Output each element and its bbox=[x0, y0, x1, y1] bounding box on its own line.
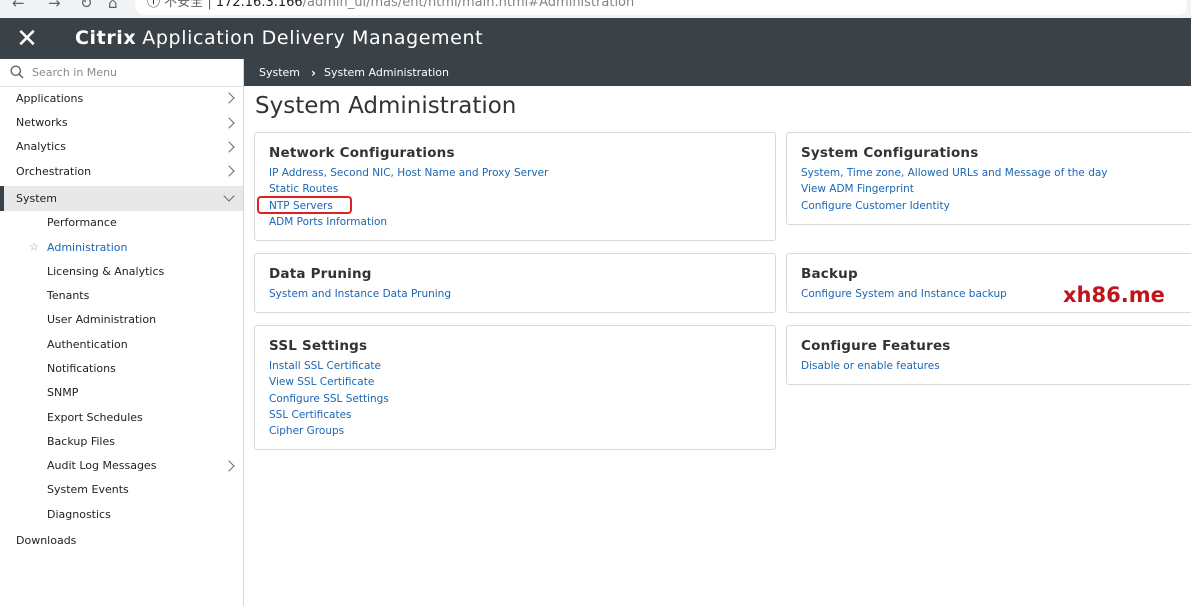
sidebar-subitem-label: Diagnostics bbox=[47, 507, 111, 521]
sidebar-item-system[interactable]: System bbox=[0, 185, 243, 211]
url-host: 172.16.3.166 bbox=[215, 0, 303, 10]
sidebar-subitem-audit-log-messages[interactable]: Audit Log Messages bbox=[0, 454, 243, 478]
security-label: 不安全 bbox=[164, 0, 204, 10]
sidebar-item-label: Orchestration bbox=[16, 164, 92, 178]
sidebar-item-orchestration[interactable]: Orchestration bbox=[0, 159, 243, 183]
chevron-right-icon bbox=[223, 165, 235, 178]
star-icon[interactable]: ☆ bbox=[29, 241, 39, 254]
card-title: SSL Settings bbox=[269, 338, 368, 354]
card-title: System Configurations bbox=[801, 145, 979, 161]
sidebar-subitem-label: Performance bbox=[47, 216, 117, 230]
close-menu-button[interactable]: ✕ bbox=[0, 18, 54, 59]
link-install-ssl-certificate[interactable]: Install SSL Certificate bbox=[269, 358, 381, 374]
card-network-configurations: Network Configurations IP Address, Secon… bbox=[254, 132, 776, 241]
breadcrumb: System › System Administration bbox=[244, 59, 1191, 86]
link-view-ssl-certificate[interactable]: View SSL Certificate bbox=[269, 374, 374, 390]
close-icon: ✕ bbox=[16, 23, 38, 54]
link-static-routes[interactable]: Static Routes bbox=[269, 181, 338, 197]
info-icon: ⓘ bbox=[147, 0, 161, 10]
watermark: xh86.me bbox=[1063, 283, 1165, 307]
sidebar-subitem-export-schedules[interactable]: Export Schedules bbox=[0, 405, 243, 429]
breadcrumb-current: System Administration bbox=[323, 66, 449, 79]
link-configure-customer-identity[interactable]: Configure Customer Identity bbox=[801, 198, 950, 214]
chevron-right-icon bbox=[223, 460, 235, 472]
sidebar-menu: Applications Networks Analytics Orchestr… bbox=[0, 86, 243, 553]
sidebar-subitem-label: Export Schedules bbox=[47, 410, 143, 424]
sidebar-item-networks[interactable]: Networks bbox=[0, 110, 243, 134]
sidebar-subitem-label: Administration bbox=[47, 240, 128, 254]
app-header: ✕ Citrix Application Delivery Management bbox=[0, 18, 1191, 59]
sidebar-subitem-system-events[interactable]: System Events bbox=[0, 478, 243, 502]
refresh-icon[interactable]: ↻ bbox=[80, 0, 93, 12]
page-title: System Administration bbox=[255, 93, 517, 119]
sidebar-subitem-notifications[interactable]: Notifications bbox=[0, 356, 243, 380]
sidebar-subitem-label: User Administration bbox=[47, 313, 157, 327]
card-configure-features: Configure Features Disable or enable fea… bbox=[786, 325, 1191, 385]
sidebar-item-applications[interactable]: Applications bbox=[0, 86, 243, 110]
link-data-pruning[interactable]: System and Instance Data Pruning bbox=[269, 286, 451, 302]
sidebar-item-label: Applications bbox=[16, 91, 84, 105]
sidebar: Applications Networks Analytics Orchestr… bbox=[0, 59, 244, 606]
breadcrumb-system[interactable]: System bbox=[259, 66, 300, 79]
card-title: Backup bbox=[801, 266, 858, 282]
sidebar-subitem-label: Authentication bbox=[47, 337, 128, 351]
forward-arrow-icon[interactable]: → bbox=[48, 0, 61, 12]
sidebar-subitem-label: SNMP bbox=[47, 386, 79, 400]
sidebar-item-label: Downloads bbox=[16, 534, 77, 548]
chevron-right-icon bbox=[223, 116, 235, 129]
link-view-adm-fingerprint[interactable]: View ADM Fingerprint bbox=[801, 181, 914, 197]
search-input[interactable] bbox=[32, 63, 232, 81]
sidebar-subitem-user-administration[interactable]: User Administration bbox=[0, 308, 243, 332]
card-title: Data Pruning bbox=[269, 266, 372, 282]
card-title: Network Configurations bbox=[269, 145, 455, 161]
card-data-pruning: Data Pruning System and Instance Data Pr… bbox=[254, 253, 776, 313]
brand-name: Citrix bbox=[75, 27, 137, 49]
link-system-timezone[interactable]: System, Time zone, Allowed URLs and Mess… bbox=[801, 165, 1108, 181]
search-icon bbox=[10, 65, 24, 79]
chevron-down-icon bbox=[223, 190, 235, 202]
link-configure-ssl-settings[interactable]: Configure SSL Settings bbox=[269, 391, 389, 407]
url-field[interactable]: ⓘ 不安全 | 172.16.3.166/admin_ui/mas/ent/ht… bbox=[135, 0, 1187, 15]
app-title: Citrix Application Delivery Management bbox=[75, 27, 483, 49]
sidebar-subitem-licensing-analytics[interactable]: Licensing & Analytics bbox=[0, 259, 243, 283]
product-name: Application Delivery Management bbox=[142, 27, 484, 49]
sidebar-item-label: System bbox=[16, 191, 58, 205]
sidebar-subitem-backup-files[interactable]: Backup Files bbox=[0, 429, 243, 453]
sidebar-subitem-administration[interactable]: ☆ Administration bbox=[0, 235, 243, 259]
sidebar-subitem-label: Audit Log Messages bbox=[47, 459, 157, 473]
link-enable-features[interactable]: Disable or enable features bbox=[801, 358, 940, 374]
sidebar-subitem-label: Tenants bbox=[47, 289, 90, 303]
sidebar-subitem-performance[interactable]: Performance bbox=[0, 211, 243, 235]
link-ip-address[interactable]: IP Address, Second NIC, Host Name and Pr… bbox=[269, 165, 548, 181]
card-system-configurations: System Configurations System, Time zone,… bbox=[786, 132, 1191, 225]
link-cipher-groups[interactable]: Cipher Groups bbox=[269, 423, 344, 439]
sidebar-subitem-snmp[interactable]: SNMP bbox=[0, 381, 243, 405]
sidebar-subitem-diagnostics[interactable]: Diagnostics bbox=[0, 502, 243, 526]
sidebar-subitem-tenants[interactable]: Tenants bbox=[0, 283, 243, 307]
browser-address-bar: ← → ↻ ⌂ ⓘ 不安全 | 172.16.3.166/admin_ui/ma… bbox=[0, 0, 1191, 18]
sidebar-subitem-label: Backup Files bbox=[47, 434, 115, 448]
chevron-right-icon: › bbox=[311, 65, 316, 80]
chevron-right-icon bbox=[223, 92, 235, 104]
sidebar-subitem-label: Notifications bbox=[47, 361, 116, 375]
link-ssl-certificates[interactable]: SSL Certificates bbox=[269, 407, 352, 423]
chevron-right-icon bbox=[223, 141, 235, 153]
sidebar-subitem-label: Licensing & Analytics bbox=[47, 264, 165, 278]
sidebar-item-analytics[interactable]: Analytics bbox=[0, 135, 243, 159]
link-configure-backup[interactable]: Configure System and Instance backup bbox=[801, 286, 1007, 302]
url-path: /admin_ui/mas/ent/html/main.html#Adminis… bbox=[302, 0, 635, 10]
sidebar-item-label: Analytics bbox=[16, 140, 66, 154]
card-ssl-settings: SSL Settings Install SSL Certificate Vie… bbox=[254, 325, 776, 450]
link-ntp-servers[interactable]: NTP Servers bbox=[269, 198, 333, 214]
home-icon[interactable]: ⌂ bbox=[108, 0, 118, 12]
sidebar-item-label: Networks bbox=[16, 116, 68, 130]
menu-search bbox=[0, 59, 243, 87]
back-arrow-icon[interactable]: ← bbox=[12, 0, 25, 12]
link-adm-ports-information[interactable]: ADM Ports Information bbox=[269, 214, 387, 230]
card-title: Configure Features bbox=[801, 338, 951, 354]
sidebar-subitem-authentication[interactable]: Authentication bbox=[0, 332, 243, 356]
sidebar-subitem-label: System Events bbox=[47, 483, 129, 497]
sidebar-item-downloads[interactable]: Downloads bbox=[0, 528, 243, 552]
